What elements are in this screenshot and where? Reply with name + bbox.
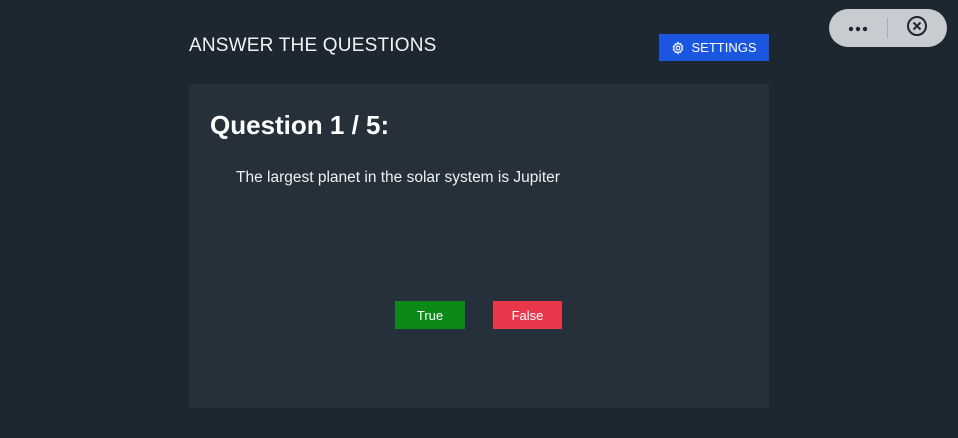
settings-button[interactable]: SETTINGS xyxy=(659,34,769,61)
question-card: Question 1 / 5: The largest planet in th… xyxy=(189,84,769,408)
close-circle-icon xyxy=(906,15,928,42)
question-text: The largest planet in the solar system i… xyxy=(236,169,560,186)
close-button[interactable] xyxy=(888,9,946,47)
false-button[interactable]: False xyxy=(493,301,562,329)
settings-label: SETTINGS xyxy=(691,40,757,55)
true-button[interactable]: True xyxy=(395,301,465,329)
more-button[interactable] xyxy=(829,9,887,47)
mini-program-capsule xyxy=(829,9,947,47)
more-dots-icon xyxy=(848,19,868,37)
gear-icon xyxy=(671,40,685,55)
question-heading: Question 1 / 5: xyxy=(210,110,390,140)
page-title: ANSWER THE QUESTIONS xyxy=(189,35,437,56)
